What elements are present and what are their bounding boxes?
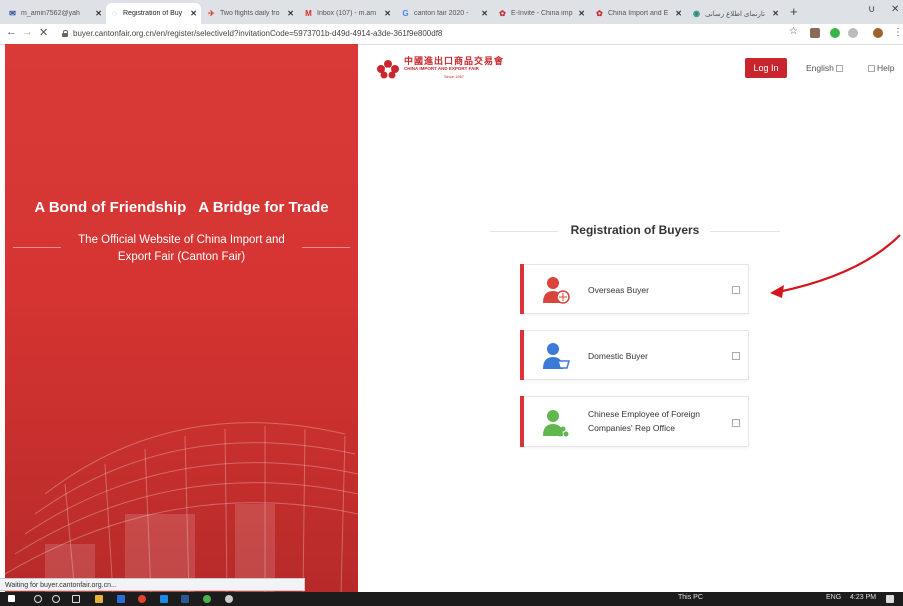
close-icon[interactable]: ✕ — [384, 9, 391, 18]
chrome-icon[interactable] — [138, 595, 146, 603]
mail-app-icon[interactable] — [117, 595, 125, 603]
chinese-employee-option[interactable]: Chinese Employee of Foreign Companies' R… — [520, 396, 749, 447]
close-icon[interactable]: ✕ — [772, 9, 779, 18]
close-icon[interactable]: ✕ — [578, 9, 585, 18]
divider — [302, 247, 350, 248]
settings-icon[interactable] — [225, 595, 233, 603]
tab-google-search[interactable]: G canton fair 2020 - ✕ — [397, 3, 492, 24]
domestic-buyer-option[interactable]: Domestic Buyer — [520, 330, 749, 380]
close-icon[interactable]: ✕ — [95, 9, 102, 18]
stop-icon[interactable]: ✕ — [39, 26, 48, 39]
close-window-icon[interactable]: ✕ — [891, 4, 899, 15]
close-icon[interactable]: ✕ — [481, 9, 488, 18]
tab-flights[interactable]: ✈ Two flights daily fro ✕ — [203, 3, 298, 24]
tab-china-import[interactable]: ✿ China Import and E ✕ — [591, 3, 686, 24]
task-view-icon[interactable] — [72, 595, 80, 603]
browser-toolbar: ← → ✕ buyer.cantonfair.org.cn/en/registe… — [0, 24, 903, 45]
extension-icon[interactable] — [848, 28, 858, 38]
login-button[interactable]: Log In — [745, 58, 787, 78]
building-illustration — [5, 422, 358, 594]
canton-icon: ✿ — [596, 9, 603, 18]
chinese-employee-icon — [543, 410, 569, 437]
search-icon[interactable] — [34, 595, 42, 603]
menu-icon[interactable]: ⋮ — [893, 27, 903, 38]
clock[interactable]: 4:23 PM — [850, 594, 876, 601]
web-icon: ◉ — [693, 9, 700, 18]
tab-inbox[interactable]: M Inbox (107) - m.am ✕ — [300, 3, 395, 24]
canton-fair-logo[interactable]: 中國進出口商品交易會 CHINA IMPORT AND EXPORT FAIR … — [376, 57, 504, 81]
overseas-buyer-icon — [543, 277, 570, 304]
language-selector[interactable]: English — [806, 63, 845, 73]
status-bar: Waiting for buyer.cantonfair.org.cn... — [0, 578, 305, 591]
tab-registration[interactable]: ◌ Registration of Buy ✕ — [106, 3, 201, 24]
tab-persian-site[interactable]: ◉ تارنمای اطلاع رسانی ✕ — [688, 3, 783, 24]
mail-icon: ✉ — [9, 9, 16, 18]
new-tab-icon[interactable]: + — [790, 4, 798, 19]
tab-mail[interactable]: ✉ m_amin7562@yah ✕ — [4, 3, 106, 24]
extension-icon[interactable] — [810, 28, 820, 38]
select-checkbox[interactable] — [732, 286, 740, 294]
close-icon[interactable]: ✕ — [190, 9, 197, 18]
address-bar[interactable]: buyer.cantonfair.org.cn/en/register/sele… — [62, 26, 782, 41]
close-icon[interactable]: ✕ — [675, 9, 682, 18]
tab-strip: ✉ m_amin7562@yah ✕ ◌ Registration of Buy… — [0, 0, 903, 24]
tab-einvite[interactable]: ✿ E-Invite - China imp ✕ — [494, 3, 589, 24]
domestic-buyer-icon — [543, 343, 570, 369]
google-icon: G — [402, 9, 409, 18]
app-icon[interactable] — [160, 595, 168, 603]
red-arrow-annotation — [770, 234, 901, 298]
chevron-down-icon — [835, 64, 843, 72]
profile-avatar[interactable] — [873, 28, 883, 38]
canton-icon: ✿ — [499, 9, 506, 18]
lock-icon — [62, 30, 68, 37]
divider — [13, 247, 61, 248]
loading-icon: ◌ — [112, 9, 117, 18]
overseas-buyer-option[interactable]: Overseas Buyer — [520, 264, 749, 314]
notifications-icon[interactable] — [886, 595, 894, 603]
select-checkbox[interactable] — [732, 352, 740, 360]
start-icon[interactable] — [8, 595, 15, 602]
hero-title: A Bond of Friendship A Bridge for Trade — [34, 199, 329, 216]
minimize-icon[interactable]: ∪ — [868, 4, 875, 15]
select-checkbox[interactable] — [732, 419, 740, 427]
file-explorer-icon[interactable] — [95, 595, 103, 603]
help-link[interactable]: Help — [866, 63, 894, 73]
close-icon[interactable]: ✕ — [287, 9, 294, 18]
wechat-icon[interactable] — [203, 595, 211, 603]
extension-icon[interactable] — [830, 28, 840, 38]
cortana-icon[interactable] — [52, 595, 60, 603]
word-icon[interactable] — [181, 595, 189, 603]
plane-icon: ✈ — [208, 9, 215, 18]
gmail-icon: M — [305, 9, 312, 18]
help-icon — [868, 64, 875, 72]
canton-flower-icon — [377, 60, 399, 79]
hero-subtitle: The Official Website of China Import and… — [78, 234, 285, 263]
windows-taskbar: This PC ENG 4:23 PM — [0, 592, 903, 606]
forward-icon[interactable]: → — [22, 26, 33, 38]
back-icon[interactable]: ← — [6, 26, 17, 38]
registration-title: Registration of Buyers — [570, 223, 700, 237]
star-icon[interactable]: ☆ — [789, 26, 798, 37]
hero-panel: A Bond of Friendship A Bridge for Trade … — [5, 44, 358, 594]
